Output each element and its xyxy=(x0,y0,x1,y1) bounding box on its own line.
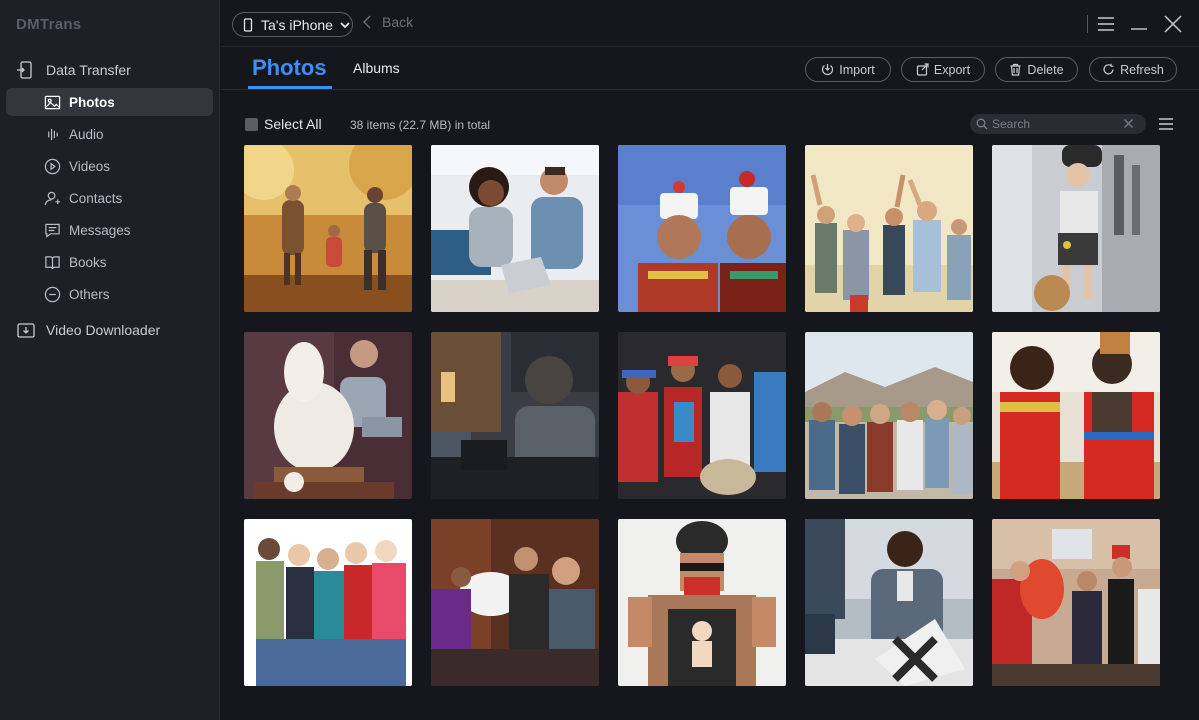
tab-albums[interactable]: Albums xyxy=(353,60,400,76)
photo-image xyxy=(244,519,412,686)
photo-image xyxy=(431,519,599,686)
device-name: Ta's iPhone xyxy=(261,16,333,33)
photo-thumbnail[interactable] xyxy=(618,519,786,686)
photo-image xyxy=(244,145,412,312)
import-button[interactable]: Import xyxy=(805,57,891,82)
sidebar-item-label: Messages xyxy=(69,222,131,238)
sidebar-item-label: Audio xyxy=(69,126,104,142)
photo-image xyxy=(618,519,786,686)
close-button[interactable] xyxy=(1163,14,1183,34)
sidebar-item-photos[interactable]: Photos xyxy=(6,88,213,116)
video-download-icon xyxy=(17,323,35,338)
minimize-button[interactable] xyxy=(1129,14,1149,34)
photo-thumbnail[interactable] xyxy=(244,519,412,686)
menu-button[interactable] xyxy=(1096,14,1116,34)
sidebar-item-audio[interactable]: Audio xyxy=(6,120,213,148)
photo-image xyxy=(805,145,973,312)
hamburger-menu-icon xyxy=(1098,17,1114,31)
sidebar-section-video-downloader[interactable]: Video Downloader xyxy=(0,316,220,344)
sidebar-item-contacts[interactable]: Contacts xyxy=(6,184,213,212)
select-all-label: Select All xyxy=(264,116,322,132)
back-label: Back xyxy=(382,14,414,30)
photo-thumbnail[interactable] xyxy=(992,332,1160,499)
photo-thumbnail[interactable] xyxy=(431,145,599,312)
checkbox[interactable] xyxy=(245,117,258,131)
photo-thumbnail[interactable] xyxy=(992,145,1160,312)
trash-icon xyxy=(1010,63,1021,76)
refresh-button[interactable]: Refresh xyxy=(1089,57,1177,82)
photo-image xyxy=(992,332,1160,499)
window-controls-divider xyxy=(1087,15,1088,33)
contacts-icon xyxy=(44,191,61,205)
titlebar-divider xyxy=(221,46,1199,47)
photo-thumbnail[interactable] xyxy=(618,145,786,312)
list-view-icon[interactable] xyxy=(1158,116,1174,132)
import-icon xyxy=(822,64,834,76)
photo-thumbnail[interactable] xyxy=(805,145,973,312)
sidebar-item-label: Others xyxy=(69,286,110,302)
photo-image xyxy=(805,519,973,686)
tabs-divider xyxy=(221,89,1199,90)
delete-label: Delete xyxy=(1027,62,1064,77)
chevron-down-icon xyxy=(340,21,350,28)
close-icon xyxy=(1164,15,1182,33)
phone-icon xyxy=(243,17,253,32)
phone-transfer-icon xyxy=(17,61,32,79)
sidebar-item-videos[interactable]: Videos xyxy=(6,152,213,180)
book-icon xyxy=(45,255,60,269)
search-box[interactable] xyxy=(970,114,1146,134)
audio-icon xyxy=(48,128,58,140)
photo-image xyxy=(618,332,786,499)
select-all-checkbox[interactable]: Select All xyxy=(245,116,322,132)
photo-thumbnail[interactable] xyxy=(244,145,412,312)
photo-thumbnail[interactable] xyxy=(244,332,412,499)
refresh-label: Refresh xyxy=(1120,62,1164,77)
others-icon xyxy=(44,286,61,302)
photo-icon xyxy=(44,95,61,109)
photo-thumbnail[interactable] xyxy=(618,332,786,499)
photo-image xyxy=(992,145,1160,312)
import-label: Import xyxy=(839,62,875,77)
export-label: Export xyxy=(933,62,971,77)
photo-grid xyxy=(244,145,1160,686)
photo-image xyxy=(618,145,786,312)
delete-button[interactable]: Delete xyxy=(995,57,1078,82)
device-selector[interactable]: Ta's iPhone xyxy=(232,12,353,37)
sidebar-item-label: Contacts xyxy=(69,190,123,206)
photo-image xyxy=(992,519,1160,686)
photo-thumbnail[interactable] xyxy=(805,519,973,686)
photo-image xyxy=(805,332,973,499)
sidebar-section-label: Video Downloader xyxy=(46,322,161,338)
video-icon xyxy=(44,158,61,174)
sidebar-item-messages[interactable]: Messages xyxy=(6,216,213,244)
item-count: 38 items (22.7 MB) in total xyxy=(350,118,491,132)
messages-icon xyxy=(45,223,60,238)
export-icon xyxy=(916,63,929,76)
minimize-icon xyxy=(1131,28,1147,30)
refresh-icon xyxy=(1103,63,1114,75)
photo-image xyxy=(244,332,412,499)
search-input[interactable] xyxy=(992,117,1122,131)
photo-image xyxy=(431,332,599,499)
search-icon xyxy=(976,118,988,130)
photo-thumbnail[interactable] xyxy=(431,332,599,499)
sidebar-item-others[interactable]: Others xyxy=(6,280,213,308)
clear-search-icon[interactable] xyxy=(1123,118,1134,129)
sidebar-item-books[interactable]: Books xyxy=(6,248,213,276)
sidebar: DMTrans Data Transfer Photos Audio Video… xyxy=(0,0,220,720)
chevron-left-icon xyxy=(363,15,371,29)
app-brand: DMTrans xyxy=(16,16,82,33)
back-button[interactable]: Back xyxy=(362,14,413,30)
photo-thumbnail[interactable] xyxy=(992,519,1160,686)
sidebar-section-label: Data Transfer xyxy=(46,62,131,78)
tab-photos[interactable]: Photos xyxy=(252,55,327,81)
export-button[interactable]: Export xyxy=(901,57,985,82)
sidebar-item-label: Photos xyxy=(69,94,115,110)
sidebar-item-label: Videos xyxy=(69,158,111,174)
sidebar-item-label: Books xyxy=(69,254,107,270)
sidebar-section-data-transfer[interactable]: Data Transfer xyxy=(0,56,220,84)
photo-thumbnail[interactable] xyxy=(805,332,973,499)
photo-image xyxy=(431,145,599,312)
photo-thumbnail[interactable] xyxy=(431,519,599,686)
